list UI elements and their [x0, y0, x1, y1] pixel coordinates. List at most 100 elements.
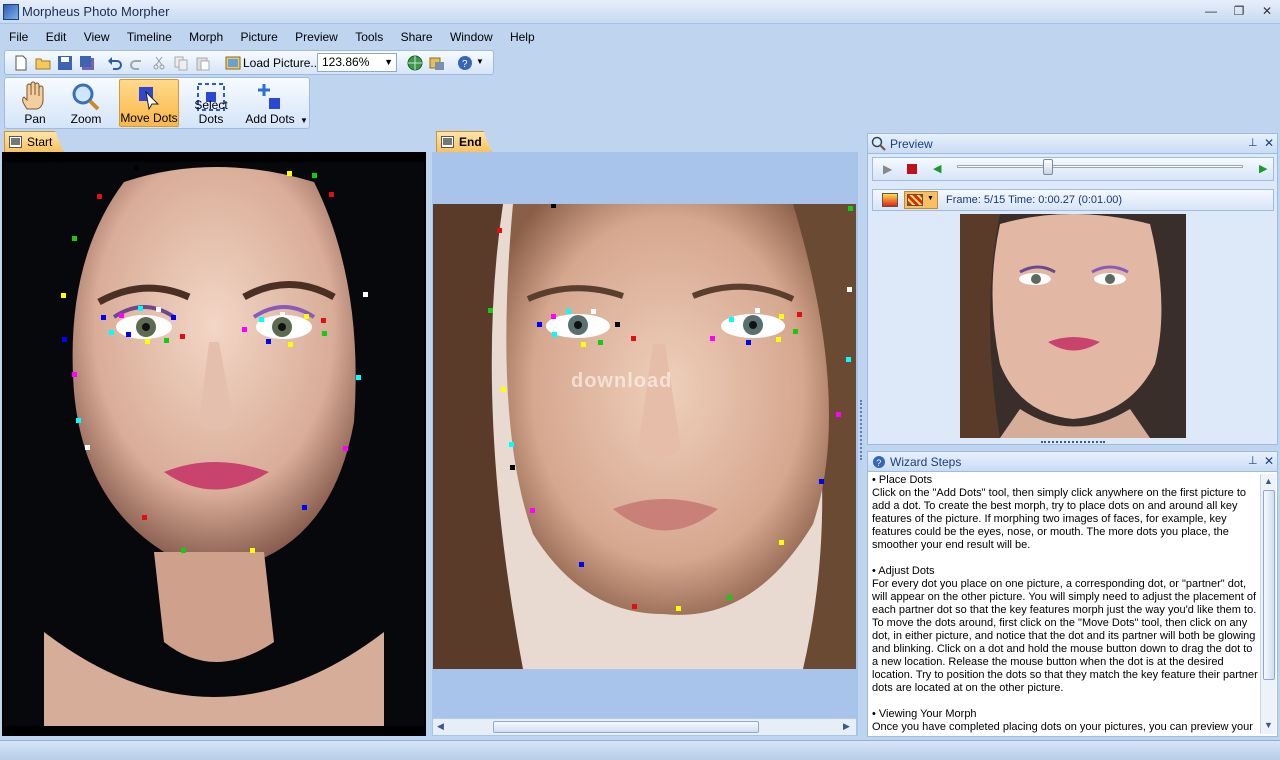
- menu-file[interactable]: File: [4, 26, 33, 48]
- morph-dot[interactable]: [591, 309, 596, 314]
- morph-dot[interactable]: [847, 287, 852, 292]
- morph-dot[interactable]: [156, 307, 161, 312]
- redo-icon[interactable]: [129, 55, 145, 71]
- close-icon[interactable]: ✕: [1264, 454, 1274, 468]
- morph-dot[interactable]: [164, 338, 169, 343]
- morph-dot[interactable]: [280, 312, 285, 317]
- morph-dot[interactable]: [288, 342, 293, 347]
- morph-dot[interactable]: [61, 293, 66, 298]
- morph-dot[interactable]: [632, 604, 637, 609]
- menu-window[interactable]: Window: [445, 26, 498, 48]
- select-dots-tool-button[interactable]: Select Dots: [181, 79, 241, 127]
- morph-dot[interactable]: [727, 595, 732, 600]
- palette-dropdown-icon[interactable]: ▼: [300, 116, 308, 125]
- morph-dot[interactable]: [710, 336, 715, 341]
- morph-dot[interactable]: [304, 314, 309, 319]
- menu-view[interactable]: View: [79, 26, 115, 48]
- morph-dot[interactable]: [142, 515, 147, 520]
- close-icon[interactable]: ✕: [1264, 136, 1274, 150]
- morph-dot[interactable]: [776, 337, 781, 342]
- scroll-thumb[interactable]: [493, 721, 759, 733]
- morph-dot[interactable]: [138, 306, 143, 311]
- color-mode-icon[interactable]: [882, 193, 898, 207]
- morph-dot[interactable]: [793, 329, 798, 334]
- morph-dot[interactable]: [109, 330, 114, 335]
- zoom-select[interactable]: 123.86% ▼: [317, 53, 397, 72]
- morph-dot[interactable]: [579, 562, 584, 567]
- morph-dot[interactable]: [488, 308, 493, 313]
- morph-dot[interactable]: [287, 171, 292, 176]
- morph-dot[interactable]: [242, 327, 247, 332]
- morph-dot[interactable]: [302, 505, 307, 510]
- morph-dot[interactable]: [180, 334, 185, 339]
- menu-morph[interactable]: Morph: [184, 26, 228, 48]
- undo-icon[interactable]: [107, 55, 123, 71]
- help-dropdown-icon[interactable]: ▼: [476, 57, 484, 66]
- menu-preview[interactable]: Preview: [290, 26, 343, 48]
- scroll-down-icon[interactable]: ▼: [1264, 720, 1273, 730]
- web-globe-icon[interactable]: [407, 55, 423, 71]
- scroll-left-icon[interactable]: ◀: [437, 721, 444, 732]
- morph-dot[interactable]: [848, 206, 853, 211]
- menu-picture[interactable]: Picture: [235, 26, 282, 48]
- open-folder-icon[interactable]: [35, 55, 51, 71]
- menu-timeline[interactable]: Timeline: [122, 26, 177, 48]
- panel-resize-grip[interactable]: [1041, 441, 1105, 444]
- menu-edit[interactable]: Edit: [41, 26, 72, 48]
- load-picture-button[interactable]: Load Picture...: [223, 53, 320, 73]
- morph-dot[interactable]: [566, 309, 571, 314]
- morph-dot[interactable]: [551, 314, 556, 319]
- morph-dot[interactable]: [509, 442, 514, 447]
- color-options-button[interactable]: ▼: [904, 191, 938, 209]
- morph-dot[interactable]: [343, 446, 348, 451]
- morph-dot[interactable]: [259, 317, 264, 322]
- morph-dot[interactable]: [779, 314, 784, 319]
- morph-dot[interactable]: [846, 357, 851, 362]
- morph-dot[interactable]: [322, 331, 327, 336]
- morph-dot[interactable]: [250, 548, 255, 553]
- save-icon[interactable]: [57, 55, 73, 71]
- morph-dot[interactable]: [755, 308, 760, 313]
- morph-dot[interactable]: [72, 236, 77, 241]
- timeline-slider-track[interactable]: [957, 159, 1243, 175]
- scroll-up-icon[interactable]: ▲: [1264, 476, 1273, 486]
- morph-dot[interactable]: [836, 412, 841, 417]
- morph-dot[interactable]: [97, 194, 102, 199]
- copy-icon[interactable]: [173, 55, 189, 71]
- add-dots-tool-button[interactable]: Add Dots: [240, 79, 300, 127]
- morph-dot[interactable]: [363, 292, 368, 297]
- morph-dot[interactable]: [598, 340, 603, 345]
- morph-dot[interactable]: [134, 165, 139, 170]
- morph-dot[interactable]: [119, 313, 124, 318]
- morph-dot[interactable]: [797, 312, 802, 317]
- morph-dot[interactable]: [145, 339, 150, 344]
- morph-dot[interactable]: [497, 228, 502, 233]
- minimize-button[interactable]: —: [1198, 2, 1224, 20]
- morph-dot[interactable]: [101, 315, 106, 320]
- morph-dot[interactable]: [729, 317, 734, 322]
- export-icon[interactable]: [429, 55, 445, 71]
- tab-start[interactable]: Start: [4, 131, 64, 153]
- morph-dot[interactable]: [171, 315, 176, 320]
- maximize-button[interactable]: ❐: [1226, 2, 1252, 20]
- menu-help[interactable]: Help: [505, 26, 540, 48]
- timeline-slider-thumb[interactable]: [1043, 159, 1053, 175]
- menu-tools[interactable]: Tools: [350, 26, 388, 48]
- new-file-icon[interactable]: [13, 55, 29, 71]
- horizontal-scrollbar[interactable]: ◀ ▶: [433, 718, 856, 735]
- scroll-thumb[interactable]: [1263, 490, 1275, 680]
- start-picture[interactable]: [4, 162, 424, 726]
- morph-dot[interactable]: [72, 372, 77, 377]
- morph-dot[interactable]: [321, 318, 326, 323]
- save-all-icon[interactable]: [79, 55, 95, 71]
- morph-dot[interactable]: [676, 606, 681, 611]
- pin-icon[interactable]: ⊥: [1248, 454, 1258, 467]
- morph-dot[interactable]: [819, 479, 824, 484]
- move-dots-tool-button[interactable]: Move Dots: [119, 79, 179, 127]
- morph-dot[interactable]: [85, 445, 90, 450]
- close-button[interactable]: ✕: [1254, 2, 1280, 20]
- end-picture[interactable]: download: [433, 204, 856, 669]
- rewind-icon[interactable]: ◀: [933, 162, 941, 175]
- morph-dot[interactable]: [537, 322, 542, 327]
- scroll-right-icon[interactable]: ▶: [843, 721, 850, 732]
